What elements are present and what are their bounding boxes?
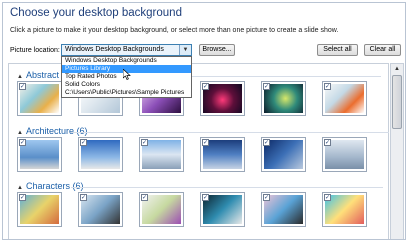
thumbnail-checkbox[interactable]: ✓ — [141, 194, 148, 201]
wallpaper-thumbnail[interactable]: ✓ — [322, 192, 367, 227]
picture-location-dropdown[interactable]: Windows Desktop Backgrounds ▼ — [61, 44, 192, 56]
wallpaper-thumbnail[interactable]: ✓ — [261, 137, 306, 172]
thumbnail-checkbox[interactable]: ✓ — [80, 194, 87, 201]
wallpaper-thumbnail[interactable]: ✓ — [261, 81, 306, 116]
picture-location-value: Windows Desktop Backgrounds — [65, 46, 164, 53]
scroll-up-icon[interactable]: ▲ — [391, 64, 403, 74]
mouse-pointer-icon — [123, 69, 131, 80]
thumbnail-checkbox[interactable]: ✓ — [263, 83, 270, 90]
thumbnail-checkbox[interactable]: ✓ — [141, 139, 148, 146]
thumbnail-checkbox[interactable]: ✓ — [202, 194, 209, 201]
group-header-characters[interactable]: ▲ Characters (6) — [17, 181, 83, 191]
wallpaper-thumbnail[interactable]: ✓ — [261, 192, 306, 227]
thumbnail-checkbox[interactable]: ✓ — [263, 139, 270, 146]
thumbnail-checkbox[interactable]: ✓ — [19, 139, 26, 146]
group-divider — [71, 187, 383, 188]
thumbnail-checkbox[interactable]: ✓ — [324, 139, 331, 146]
wallpaper-thumbnail[interactable]: ✓ — [78, 137, 123, 172]
scrollbar-thumb[interactable] — [392, 75, 402, 129]
collapse-triangle-icon[interactable]: ▲ — [17, 185, 23, 191]
thumbnail-checkbox[interactable]: ✓ — [19, 194, 26, 201]
desktop-background-window: Choose your desktop background Click a p… — [2, 2, 406, 240]
option-sample-pictures-path[interactable]: C:\Users\Public\Pictures\Sample Pictures — [62, 89, 191, 97]
collapse-triangle-icon[interactable]: ▲ — [17, 130, 23, 136]
browse-button[interactable]: Browse... — [199, 44, 235, 56]
thumbnail-checkbox[interactable]: ✓ — [263, 194, 270, 201]
thumbnail-checkbox[interactable]: ✓ — [19, 83, 26, 90]
wallpaper-thumbnail[interactable]: ✓ — [17, 137, 62, 172]
wallpaper-thumbnail[interactable]: ✓ — [17, 81, 62, 116]
page-title: Choose your desktop background — [10, 7, 182, 19]
wallpaper-thumbnail[interactable]: ✓ — [200, 137, 245, 172]
chevron-down-icon[interactable]: ▼ — [179, 45, 191, 55]
clear-all-button[interactable]: Clear all — [364, 44, 401, 56]
thumbnail-checkbox[interactable]: ✓ — [80, 139, 87, 146]
wallpaper-thumbnail[interactable]: ✓ — [139, 137, 184, 172]
thumbnail-checkbox[interactable]: ✓ — [324, 194, 331, 201]
wallpaper-thumbnail[interactable]: ✓ — [322, 137, 367, 172]
group-header-architecture[interactable]: ▲ Architecture (6) — [17, 126, 87, 136]
wallpaper-thumbnail[interactable]: ✓ — [200, 192, 245, 227]
thumbnail-checkbox[interactable]: ✓ — [324, 83, 331, 90]
option-solid-colors[interactable]: Solid Colors — [62, 81, 191, 89]
instructions-text: Click a picture to make it your desktop … — [10, 27, 339, 34]
wallpaper-thumbnail[interactable]: ✓ — [322, 81, 367, 116]
group-label: Architecture (6) — [25, 126, 88, 136]
group-divider — [71, 132, 389, 133]
wallpaper-thumbnail[interactable]: ✓ — [139, 192, 184, 227]
thumbnail-checkbox[interactable]: ✓ — [202, 139, 209, 146]
select-all-button[interactable]: Select all — [317, 44, 358, 56]
option-windows-desktop-backgrounds[interactable]: Windows Desktop Backgrounds — [62, 57, 191, 65]
thumbnail-checkbox[interactable]: ✓ — [202, 83, 209, 90]
wallpaper-thumbnail[interactable]: ✓ — [78, 192, 123, 227]
wallpaper-thumbnail[interactable]: ✓ — [17, 192, 62, 227]
gallery-scrollbar[interactable]: ▲ — [390, 63, 404, 239]
wallpaper-thumbnail[interactable]: ✓ — [200, 81, 245, 116]
picture-location-label: Picture location: — [10, 47, 60, 54]
group-label: Characters (6) — [25, 181, 84, 191]
collapse-triangle-icon[interactable]: ▲ — [17, 74, 23, 80]
